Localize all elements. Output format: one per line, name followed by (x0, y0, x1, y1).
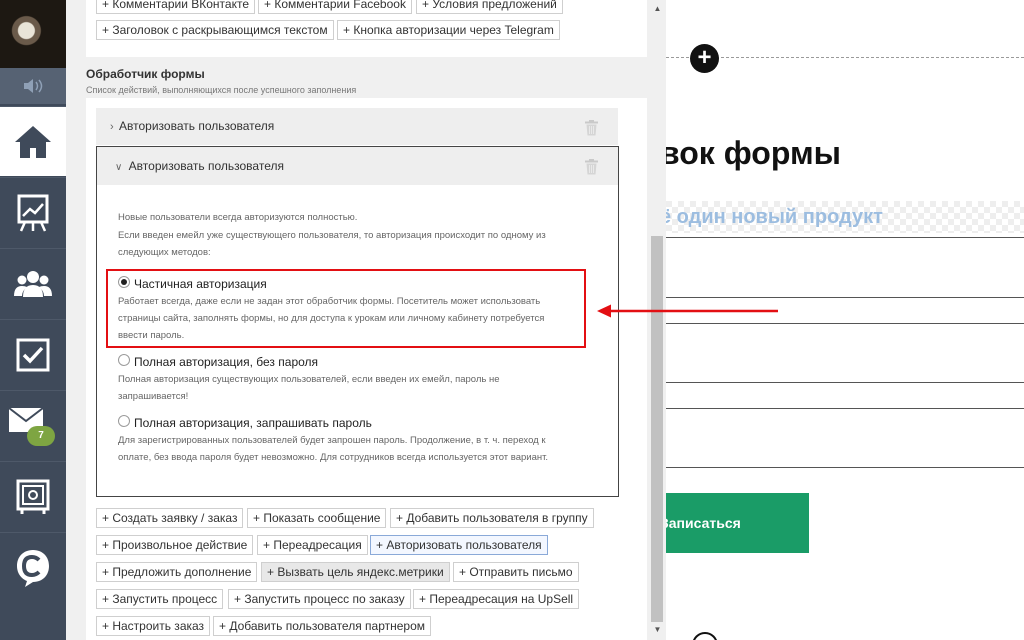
add-configure-order-button[interactable]: + Настроить заказ (96, 616, 211, 636)
option-full-auth-with-password-label[interactable]: Полная авторизация, запрашивать пароль (134, 416, 372, 430)
checkbox-icon (16, 338, 50, 371)
add-block-circle-icon[interactable] (692, 632, 718, 640)
add-offer-addon-button[interactable]: + Предложить дополнение (96, 562, 258, 582)
option-description: Для зарегистрированных пользователей буд… (118, 435, 546, 446)
action-item-label: Авторизовать пользователя (119, 119, 275, 133)
add-custom-action-button[interactable]: + Произвольное действие (96, 535, 254, 555)
chevron-right-icon: › (110, 121, 114, 133)
add-telegram-auth-button[interactable]: + Кнопка авторизации через Telegram (337, 20, 560, 40)
sound-toggle[interactable] (0, 68, 66, 104)
action-item-collapsed[interactable]: › Авторизовать пользователя (96, 108, 618, 145)
preview-input-border (666, 237, 1024, 238)
preview-form-subtitle: ё один новый продукт (666, 201, 1024, 233)
preview-form-title: вок формы (666, 135, 841, 171)
page-preview: + вок формы ё один новый продукт Записат… (666, 0, 1024, 640)
form-handler-title: Обработчик формы (86, 67, 205, 81)
home-icon (15, 125, 51, 158)
sidebar-item-safe[interactable] (0, 461, 66, 531)
radio-full-auth-no-password[interactable] (118, 354, 130, 366)
add-start-process-button[interactable]: + Запустить процесс (96, 589, 224, 609)
annotation-arrow-icon (597, 304, 778, 318)
scroll-down-arrow-icon[interactable]: ▼ (651, 623, 664, 636)
preview-submit-button[interactable]: Записаться (666, 493, 809, 553)
action-item-label: Авторизовать пользователя (128, 159, 284, 173)
panel-scrollbar-thumb[interactable] (651, 236, 663, 622)
option-description: Полная авторизация существующих пользова… (118, 374, 500, 385)
scroll-up-arrow-icon[interactable]: ▲ (651, 2, 664, 15)
auth-description-line: следующих методов: (118, 247, 211, 258)
block-separator (666, 57, 1024, 58)
auth-description-line: Если введен емейл уже существующего поль… (118, 230, 546, 241)
add-start-order-process-button[interactable]: + Запустить процесс по заказу (228, 589, 411, 609)
app-sidebar: 7 (0, 0, 66, 640)
add-redirect-button[interactable]: + Переадресация (257, 535, 368, 555)
add-vk-comments-button[interactable]: + Комментарии ВКонтакте (96, 0, 256, 14)
preview-input-border (666, 408, 1024, 409)
option-description: оплате, без ввода пароля будет невозможн… (118, 452, 549, 463)
add-fb-comments-button[interactable]: + Комментарии Facebook (258, 0, 412, 14)
add-partner-user-button[interactable]: + Добавить пользователя партнером (213, 616, 432, 636)
option-description: запрашивается! (118, 391, 189, 402)
add-expandable-header-button[interactable]: + Заголовок с раскрывающимся текстом (96, 20, 334, 40)
sidebar-item-messages[interactable] (0, 390, 66, 460)
add-offer-terms-button[interactable]: + Условия предложений (416, 0, 563, 14)
trash-icon[interactable] (585, 159, 598, 175)
user-avatar[interactable] (0, 0, 66, 68)
preview-input-border (666, 382, 1024, 383)
add-block-plus-icon[interactable]: + (690, 44, 719, 73)
option-full-auth-no-password-label[interactable]: Полная авторизация, без пароля (134, 355, 318, 369)
sidebar-item-users[interactable] (0, 248, 66, 318)
messages-count-badge: 7 (27, 426, 55, 446)
auth-description-line: Новые пользователи всегда авторизуются п… (118, 212, 358, 223)
users-icon (14, 270, 52, 297)
preview-input-border (666, 297, 1024, 298)
add-send-email-button[interactable]: + Отправить письмо (453, 562, 579, 582)
form-handler-subtitle: Список действий, выполняющихся после усп… (86, 85, 357, 95)
add-authorize-user-button[interactable]: + Авторизовать пользователя (370, 535, 548, 555)
sidebar-item-tasks[interactable] (0, 319, 66, 389)
chart-board-icon (17, 194, 49, 232)
add-show-message-button[interactable]: + Показать сообщение (247, 508, 387, 528)
add-create-order-button[interactable]: + Создать заявку / заказ (96, 508, 244, 528)
add-yandex-goal-button[interactable]: + Вызвать цель яндекс.метрики (261, 562, 450, 582)
sidebar-item-home[interactable] (0, 106, 66, 176)
add-user-to-group-button[interactable]: + Добавить пользователя в группу (390, 508, 594, 528)
speaker-icon (24, 79, 43, 93)
action-item-header[interactable]: ∨ Авторизовать пользователя (97, 147, 618, 185)
trash-icon[interactable] (585, 120, 598, 136)
chat-logo-icon (17, 549, 49, 587)
highlight-box (106, 269, 586, 348)
chevron-down-icon: ∨ (115, 162, 123, 173)
preview-input-border (666, 467, 1024, 468)
add-upsell-redirect-button[interactable]: + Переадресация на UpSell (413, 589, 580, 609)
safe-icon (16, 479, 50, 514)
sidebar-item-stats[interactable] (0, 177, 66, 247)
preview-input-border (666, 323, 1024, 324)
sidebar-item-chat[interactable] (0, 532, 66, 602)
radio-full-auth-with-password[interactable] (118, 415, 130, 427)
